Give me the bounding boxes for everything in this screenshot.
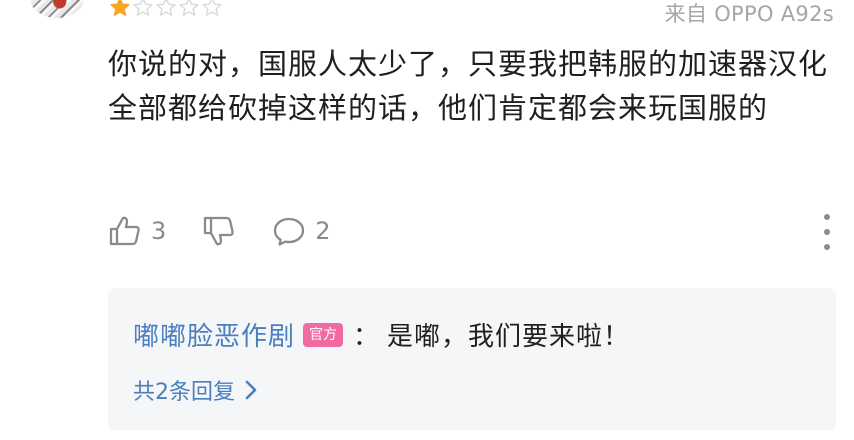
view-replies-label: 共2条回复 (133, 380, 235, 405)
star-empty-icon (156, 0, 176, 16)
rating-stars (110, 0, 222, 25)
dislike-button[interactable] (202, 214, 236, 248)
star-empty-icon (179, 0, 199, 16)
star-empty-icon (133, 0, 153, 16)
view-replies-link[interactable]: 共2条回复 (133, 374, 261, 406)
thumbs-down-icon (204, 216, 234, 246)
device-label: 来自 OPPO A92s (664, 2, 834, 26)
star-empty-icon (202, 0, 222, 16)
like-button[interactable]: 3 (108, 214, 166, 248)
thumbs-up-icon (109, 216, 140, 246)
speech-bubble-icon (274, 217, 305, 246)
user-avatar[interactable] (30, 0, 84, 18)
comment-button[interactable]: 2 (272, 214, 331, 248)
reply-line: 嘟嘟脸恶作剧 官方 ： 是嘟，我们要来啦！ (133, 316, 630, 353)
official-badge: 官方 (303, 322, 344, 347)
star-filled-icon (110, 0, 130, 16)
action-bar: 3 2 (108, 210, 367, 252)
more-dot-icon (824, 229, 830, 235)
reply-separator: ： (353, 322, 380, 352)
reply-username[interactable]: 嘟嘟脸恶作剧 (133, 316, 295, 353)
more-dot-icon (824, 214, 830, 220)
reply-text: 是嘟，我们要来啦！ (387, 322, 631, 352)
comment-text: 你说的对，国服人太少了，只要我把韩服的加速器汉化全部都给砍掉这样的话，他们肯定都… (108, 47, 829, 125)
more-options-button[interactable] (814, 214, 840, 250)
more-dot-icon (824, 244, 830, 250)
reply-box: 嘟嘟脸恶作剧 官方 ： 是嘟，我们要来啦！ 共2条回复 (108, 288, 836, 430)
like-count: 3 (151, 217, 167, 245)
chevron-right-icon (245, 380, 257, 400)
comment-count: 2 (315, 217, 331, 245)
